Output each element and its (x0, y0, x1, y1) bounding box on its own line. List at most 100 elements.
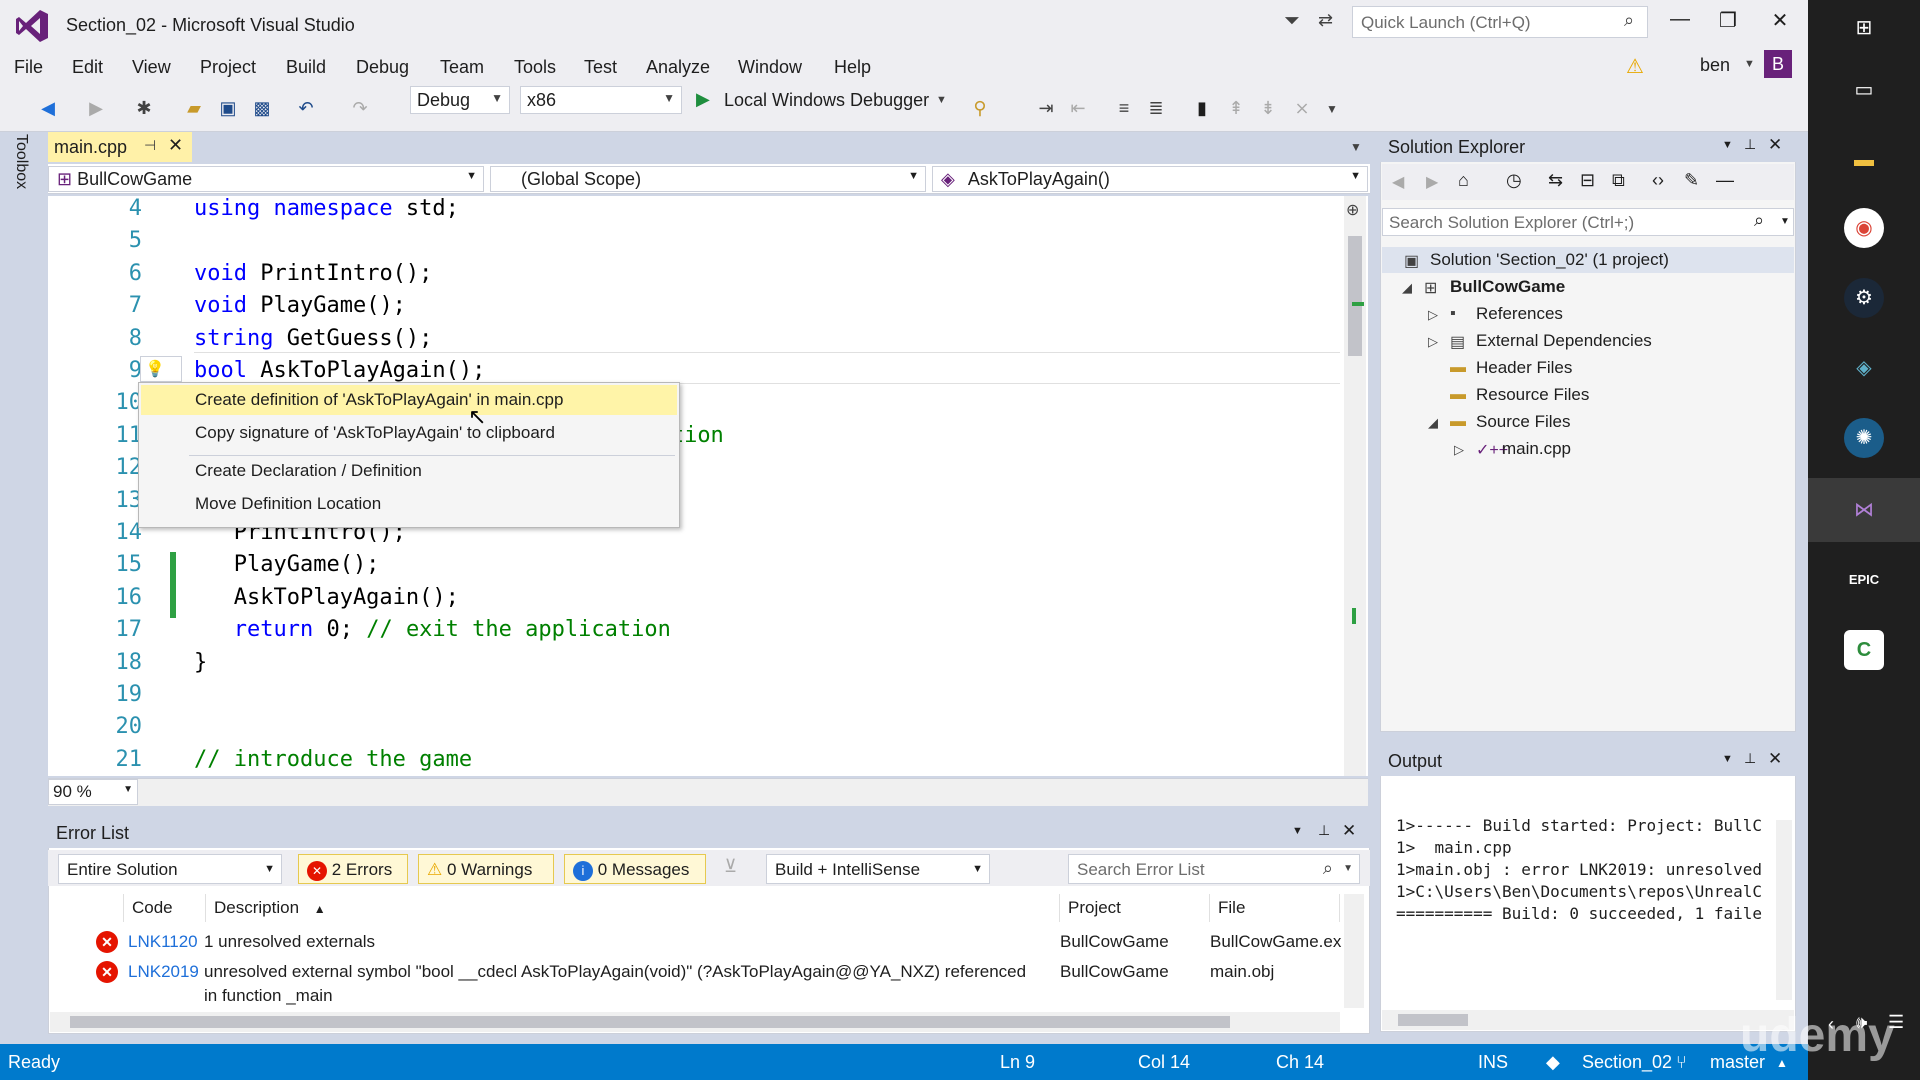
menu-test[interactable]: Test (584, 57, 617, 78)
close-button[interactable]: ✕ (1760, 8, 1800, 38)
quick-action-create-declaration[interactable]: Create Declaration / Definition (141, 456, 677, 486)
build-filter-select[interactable]: Build + IntelliSense ▼ (766, 854, 990, 884)
avatar[interactable]: B (1764, 50, 1792, 78)
open-icon[interactable]: ▰ (182, 96, 206, 120)
tree-item[interactable]: Resource Files (1476, 385, 1589, 405)
pin-icon[interactable]: ⊣ (144, 137, 156, 154)
start-debugger-button[interactable]: Local Windows Debugger (724, 90, 929, 111)
windows-start-icon[interactable]: ⊞ (1844, 8, 1884, 48)
bookmark-icon[interactable]: ▮ (1190, 96, 1214, 120)
code-line[interactable]: string GetGuess(); (194, 326, 432, 351)
solution-config-select[interactable]: Debug ▼ (410, 86, 510, 114)
task-view-icon[interactable]: ▭ (1844, 70, 1884, 110)
save-all-icon[interactable]: ▩ (250, 96, 274, 120)
menu-help[interactable]: Help (834, 57, 871, 78)
step-over-icon[interactable]: ⇤ (1066, 96, 1090, 120)
properties-icon[interactable]: ✎ (1684, 170, 1699, 191)
user-dropdown-icon[interactable]: ▼ (1744, 58, 1755, 70)
error-code-link[interactable]: LNK1120 (128, 932, 198, 952)
clear-filter-icon[interactable]: ⊻ (724, 856, 737, 877)
next-bookmark-icon[interactable]: ⇟ (1256, 96, 1280, 120)
column-header-file[interactable]: File (1210, 894, 1340, 922)
outdent-icon[interactable]: ≡ (1112, 96, 1136, 120)
output-horizontal-scrollbar[interactable] (1382, 1010, 1794, 1030)
code-line[interactable]: PlayGame(); (194, 552, 380, 577)
scrollbar-thumb[interactable] (1348, 236, 1362, 356)
epic-games-icon[interactable]: EPIC (1844, 560, 1884, 600)
indent-icon[interactable]: ≣ (1144, 96, 1168, 120)
menu-edit[interactable]: Edit (72, 57, 103, 78)
forward-icon[interactable]: ▶ (1426, 172, 1438, 192)
prev-bookmark-icon[interactable]: ⇞ (1224, 96, 1248, 120)
column-header-code[interactable]: Code (124, 894, 206, 922)
visual-studio-icon[interactable]: ⋈ (1844, 490, 1884, 530)
warnings-filter-button[interactable]: ⚠ 0 Warnings (418, 854, 554, 884)
menu-file[interactable]: File (14, 57, 43, 78)
minimize-button[interactable]: — (1660, 8, 1700, 38)
menu-project[interactable]: Project (200, 57, 256, 78)
restore-button[interactable]: ❐ (1708, 8, 1748, 38)
tree-item[interactable]: Solution 'Section_02' (1 project) (1430, 250, 1669, 270)
error-list-horizontal-scrollbar[interactable] (50, 1012, 1340, 1032)
split-window-icon[interactable]: ⊕ (1346, 200, 1359, 220)
zoom-select[interactable]: 90 % ▼ (48, 779, 138, 805)
messages-filter-button[interactable]: i 0 Messages (564, 854, 706, 884)
solution-search-input[interactable]: Search Solution Explorer (Ctrl+;) (1382, 208, 1794, 236)
close-panel-icon[interactable]: ✕ (1768, 749, 1782, 769)
scrollbar-thumb[interactable] (1398, 1014, 1468, 1026)
feedback-icon[interactable]: ⇄ (1318, 10, 1333, 31)
unreal-icon[interactable]: ✺ (1844, 418, 1884, 458)
menu-team[interactable]: Team (440, 57, 484, 78)
menu-build[interactable]: Build (286, 57, 326, 78)
steam-icon[interactable]: ⚙ (1844, 278, 1884, 318)
code-line[interactable]: AskToPlayAgain(); (194, 585, 459, 610)
member-nav-select[interactable]: ◈ AskToPlayAgain() ▼ (932, 166, 1368, 192)
error-list-vertical-scrollbar[interactable] (1344, 894, 1364, 1008)
save-icon[interactable]: ▣ (216, 96, 240, 120)
error-search-input[interactable]: Search Error List ⌕ ▼ (1068, 854, 1360, 884)
chevron-down-icon[interactable]: ▼ (936, 94, 947, 106)
code-line[interactable]: void PrintIntro(); (194, 261, 432, 286)
editor-horizontal-scrollbar[interactable] (48, 778, 1368, 806)
toolbar-overflow-icon[interactable]: ▼ (1326, 102, 1338, 116)
camtasia-icon[interactable]: C (1844, 630, 1884, 670)
scope-nav-select[interactable]: (Global Scope) ▼ (490, 166, 926, 192)
file-explorer-icon[interactable]: ▬ (1844, 140, 1884, 180)
tab-main-cpp[interactable]: main.cpp ⊣ ✕ (48, 132, 192, 162)
output-vertical-scrollbar[interactable] (1776, 820, 1792, 1000)
menu-tools[interactable]: Tools (514, 57, 556, 78)
pin-icon[interactable]: ⊥ (1744, 750, 1756, 767)
tab-overflow-icon[interactable]: ▼ (1350, 140, 1362, 154)
app-icon[interactable]: ◈ (1844, 348, 1884, 388)
pin-icon[interactable]: ⊥ (1744, 136, 1756, 153)
chrome-icon[interactable]: ◉ (1844, 208, 1884, 248)
toolbox-tab[interactable]: Toolbox (12, 134, 30, 189)
user-name[interactable]: ben (1700, 55, 1730, 76)
code-line[interactable]: bool AskToPlayAgain(); (194, 358, 485, 383)
close-tab-icon[interactable]: ✕ (168, 135, 183, 156)
redo-icon[interactable]: ↷ (348, 96, 372, 120)
error-scope-select[interactable]: Entire Solution ▼ (58, 854, 282, 884)
notification-warning-icon[interactable]: ⚠ (1626, 54, 1644, 79)
menu-analyze[interactable]: Analyze (646, 57, 710, 78)
quick-action-create-definition[interactable]: Create definition of 'AskToPlayAgain' in… (141, 385, 677, 415)
tree-item[interactable]: References (1476, 304, 1563, 324)
tree-item[interactable]: External Dependencies (1476, 331, 1652, 351)
menu-view[interactable]: View (132, 57, 171, 78)
column-header-description[interactable]: Description ▲ (206, 894, 1060, 922)
project-nav-select[interactable]: ⊞ BullCowGame ▼ (48, 166, 484, 192)
close-panel-icon[interactable]: ✕ (1342, 821, 1356, 841)
expand-icon[interactable]: ▷ (1454, 442, 1464, 458)
clear-bookmarks-icon[interactable]: ⨯ (1290, 96, 1314, 120)
filter-icon[interactable]: ⏷ (1284, 10, 1300, 33)
tree-item[interactable]: BullCowGame (1450, 277, 1565, 297)
panel-menu-icon[interactable]: ▼ (1722, 753, 1733, 765)
view-code-icon[interactable]: ‹› (1652, 170, 1664, 191)
find-in-files-icon[interactable]: ⚲ (968, 96, 992, 120)
sync-icon[interactable]: ⇆ (1548, 170, 1563, 191)
code-line[interactable]: using namespace std; (194, 196, 459, 221)
collapse-icon[interactable]: ◢ (1402, 280, 1412, 296)
home-icon[interactable]: ⌂ (1458, 170, 1469, 191)
tree-item[interactable]: main.cpp (1502, 439, 1571, 459)
undo-icon[interactable]: ↶ (294, 96, 318, 120)
